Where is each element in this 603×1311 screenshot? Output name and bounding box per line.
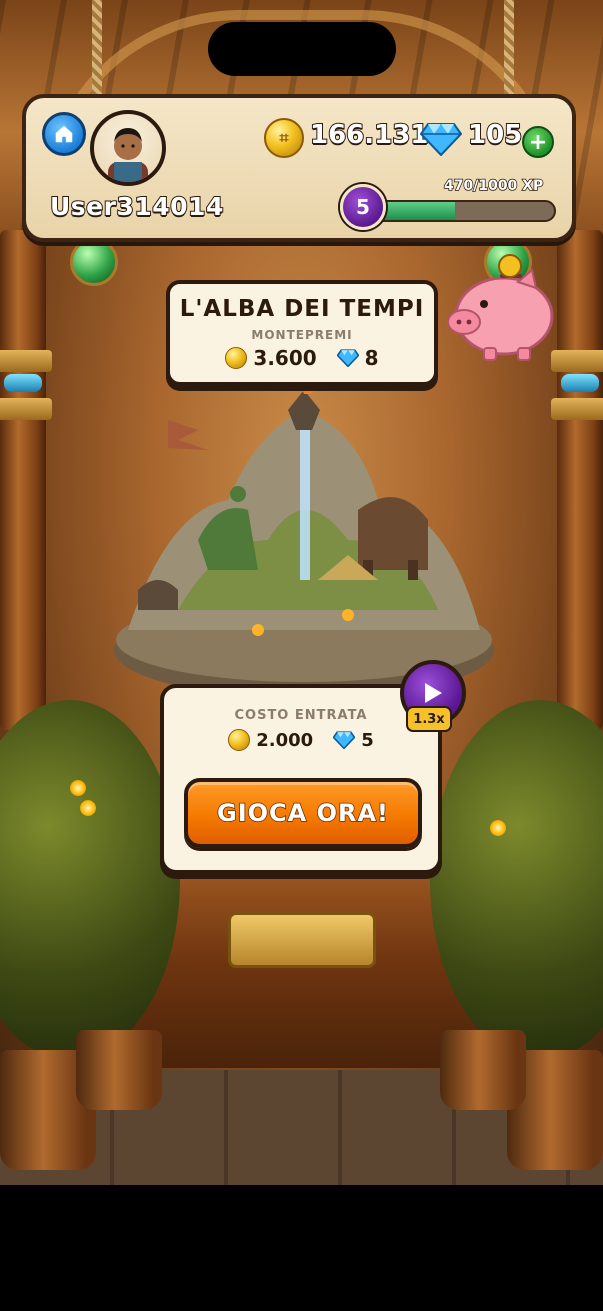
diamond-icon [336, 349, 359, 367]
entry-cost-card: COSTO ENTRATA 2.000 5 GIOCA ORA! [160, 684, 442, 874]
home-icon [55, 125, 73, 143]
entry-cost-row: 2.000 5 [164, 729, 438, 751]
xp-progress-text: 470/1000 XP [443, 177, 544, 195]
coin-icon [225, 347, 248, 369]
green-orb-lamp [70, 238, 118, 286]
coin-icon [228, 729, 251, 751]
coin-balance: 166.131 [309, 119, 429, 151]
piggy-bank-icon[interactable] [444, 252, 562, 362]
flower-pot-left-back [76, 1030, 162, 1110]
prize-pool-label: MONTEPREMI [251, 328, 353, 342]
flower-pot-right-back [440, 1030, 526, 1110]
device-notch [208, 22, 396, 76]
play-icon [425, 683, 442, 703]
player-header: User314014 ⌗ 166.131 105 + 470/1000 XP 5 [22, 94, 576, 242]
entry-cost-label: COSTO ENTRATA [234, 708, 368, 723]
prize-gems: 8 [364, 346, 379, 370]
entry-cost-coins: 2.000 [256, 729, 314, 751]
add-currency-button[interactable]: + [522, 126, 554, 158]
gem-balance: 105 [467, 119, 523, 151]
event-title-card: L'ALBA DEI TEMPI MONTEPREMI 3.600 8 [166, 280, 438, 386]
multiplier-badge: 1.3x [406, 706, 452, 732]
level-badge: 5 [340, 184, 386, 230]
pillar-left [0, 230, 52, 730]
rope-left [92, 0, 102, 100]
event-title: L'ALBA DEI TEMPI [179, 296, 425, 322]
prize-coins: 3.600 [253, 346, 317, 370]
pillar-right [551, 230, 603, 730]
rope-right [504, 0, 514, 100]
brass-plaque [228, 912, 376, 968]
player-portrait-icon [108, 128, 148, 182]
diamond-icon [333, 731, 356, 749]
coin-icon: ⌗ [264, 118, 304, 158]
username: User314014 [49, 191, 224, 222]
avatar[interactable] [90, 110, 166, 186]
plus-icon: + [528, 129, 548, 155]
entry-cost-gems: 5 [361, 729, 374, 751]
home-button[interactable] [42, 112, 86, 156]
prize-pool-row: 3.600 8 [170, 346, 434, 370]
diamond-icon [420, 123, 462, 156]
play-now-button[interactable]: GIOCA ORA! [184, 778, 422, 848]
xp-progress-bar [366, 200, 556, 222]
